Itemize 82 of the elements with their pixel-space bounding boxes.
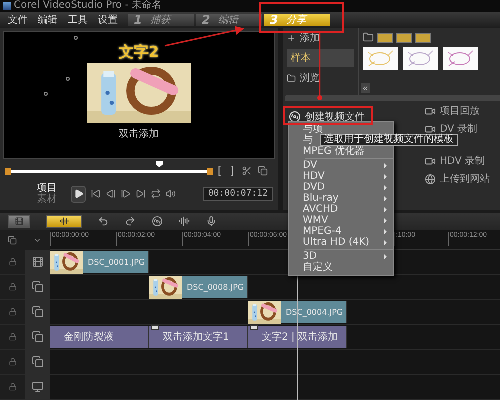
mode-tab[interactable]: 项目: [37, 183, 66, 194]
mic-icon[interactable]: [206, 216, 217, 227]
bubble-icon: [66, 77, 70, 81]
scissors-icon[interactable]: [242, 166, 252, 176]
camera-icon: [425, 124, 436, 134]
menu-item[interactable]: Ultra HD (4K): [289, 237, 393, 248]
disc-icon[interactable]: [152, 216, 163, 227]
step-tab[interactable]: 2 编辑: [196, 14, 262, 26]
mode-tab[interactable]: 素材: [37, 194, 66, 205]
folder-icon: [287, 74, 296, 82]
title-track-icon: [32, 381, 44, 393]
step-back-icon[interactable]: [106, 189, 116, 199]
trim-handle[interactable]: [5, 168, 11, 174]
redo-icon[interactable]: [125, 216, 136, 227]
menu-item[interactable]: 设置: [98, 13, 118, 27]
photo-filter-button[interactable]: [396, 32, 412, 42]
track-manager-icon[interactable]: [8, 236, 17, 244]
share-option[interactable]: 项目回放: [425, 104, 490, 118]
menu-item[interactable]: 工具: [68, 13, 88, 27]
skip-back-icon[interactable]: [91, 189, 102, 199]
menu-item[interactable]: Blu-ray: [289, 193, 393, 204]
annotation-line: [318, 33, 322, 100]
undo-icon[interactable]: [98, 216, 109, 227]
camera-icon: [425, 156, 436, 166]
share-option[interactable]: HDV 录制: [425, 154, 490, 168]
plus-icon: [287, 34, 296, 42]
add-button[interactable]: 添加: [287, 31, 354, 45]
bubble-icon: [74, 36, 78, 40]
menu-item[interactable]: HDV: [289, 171, 393, 182]
preview-caption: 双击添加: [119, 128, 159, 141]
tooltip: 选取用于创建视频文件的模板: [320, 134, 458, 146]
image-clip[interactable]: DSC_0001.JPG: [50, 251, 149, 273]
timecode-field[interactable]: 00:00:07:12: [203, 187, 273, 201]
collapse-button[interactable]: «: [361, 83, 370, 93]
trim-handle[interactable]: [207, 168, 213, 174]
browse-button[interactable]: 浏览: [287, 71, 354, 85]
scrubber-thumb[interactable]: [156, 160, 164, 168]
storyboard-view-button[interactable]: [8, 215, 30, 228]
play-icon: [74, 189, 84, 199]
window-title: Corel VideoStudio Pro - 未命名: [14, 0, 162, 12]
overlay-track-icon: [32, 331, 44, 343]
title-clip[interactable]: 金刚防裂液: [50, 326, 149, 348]
mark-in-button[interactable]: [: [216, 165, 224, 177]
preview-title-text: 文字2: [118, 43, 160, 63]
overlay-track-icon: [32, 306, 44, 318]
copy-icon[interactable]: [258, 166, 268, 176]
repeat-icon[interactable]: [151, 189, 162, 199]
timeline-view-button[interactable]: [46, 215, 82, 228]
camera-icon: [425, 106, 436, 116]
menu-item[interactable]: MPEG-4: [289, 226, 393, 237]
waveform-icon[interactable]: [179, 216, 190, 227]
share-option[interactable]: 上传到网站: [425, 172, 490, 186]
film-icon: [14, 217, 24, 226]
menu-item[interactable]: 文件: [8, 13, 28, 27]
menu-item[interactable]: 编辑: [38, 13, 58, 27]
step-tab[interactable]: 1 捕获: [128, 14, 194, 26]
play-button[interactable]: [70, 186, 86, 202]
title-clip[interactable]: 双击添加文字1: [149, 326, 248, 348]
menu-item[interactable]: 自定义: [289, 262, 393, 273]
mark-out-button[interactable]: ]: [229, 165, 236, 177]
music-filter-button[interactable]: [415, 32, 431, 42]
volume-icon[interactable]: [166, 189, 176, 199]
title-clip[interactable]: 文字2 | 双击添加: [248, 326, 347, 348]
menu-item[interactable]: DVD: [289, 182, 393, 193]
skip-forward-icon[interactable]: [136, 189, 146, 199]
globe-icon: [425, 174, 436, 184]
video-filter-button[interactable]: [377, 32, 393, 42]
overlay-track-icon: [32, 281, 44, 293]
library-category[interactable]: 样本: [287, 49, 354, 67]
menu-item[interactable]: 3D: [289, 251, 393, 262]
menu-item[interactable]: AVCHD: [289, 204, 393, 215]
menu-item[interactable]: MPEG 优化器: [289, 146, 393, 157]
menu-item[interactable]: DV: [289, 160, 393, 171]
step-forward-icon[interactable]: [121, 189, 132, 199]
menu-item[interactable]: WMV: [289, 215, 393, 226]
overlay-track-icon: [32, 356, 44, 368]
image-clip[interactable]: DSC_0008.JPG: [149, 276, 248, 298]
bubble-icon: [44, 92, 48, 96]
folder-icon[interactable]: [363, 32, 374, 43]
waveform-icon: [60, 217, 68, 226]
app-icon: [3, 2, 11, 10]
film-icon: [32, 256, 44, 268]
